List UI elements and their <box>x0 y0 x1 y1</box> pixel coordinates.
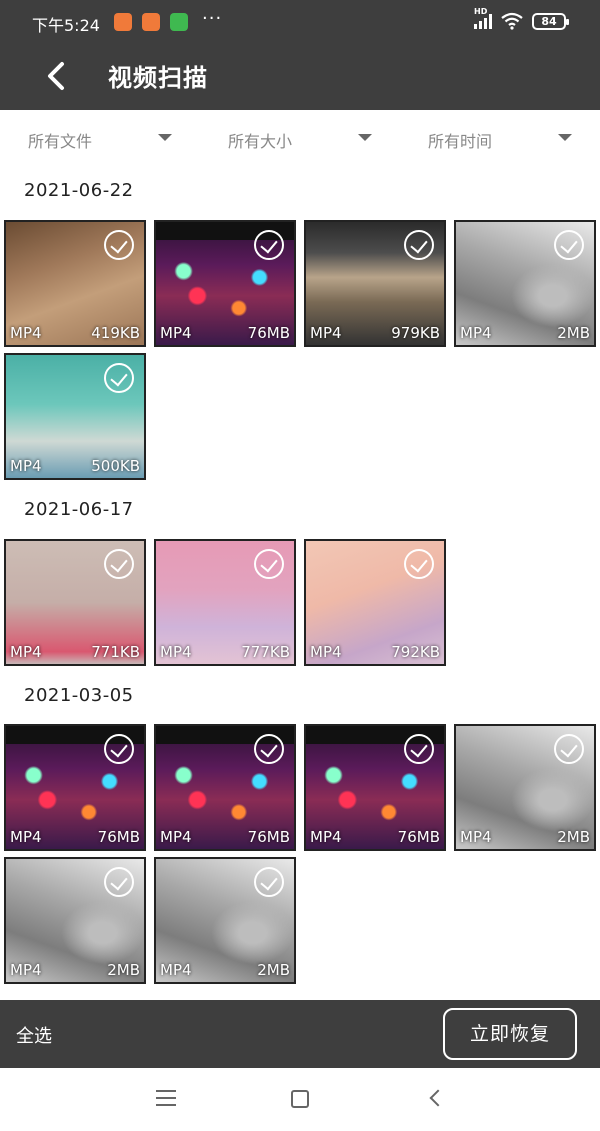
video-thumbnail[interactable]: MP4 500KB <box>4 353 146 480</box>
check-circle-icon[interactable] <box>404 230 434 260</box>
status-time: 下午5:24 <box>32 16 100 35</box>
battery-icon: 84 <box>532 12 569 30</box>
date-header: 2021-06-22 <box>24 180 134 201</box>
bottom-action-bar: 全选 立即恢复 <box>0 1000 600 1068</box>
video-thumbnail[interactable]: MP4 76MB <box>304 724 446 851</box>
video-format: MP4 <box>160 828 192 846</box>
back-chevron-icon[interactable] <box>429 1089 447 1107</box>
check-circle-icon[interactable] <box>104 363 134 393</box>
check-circle-icon[interactable] <box>104 549 134 579</box>
filter-label: 所有时间 <box>428 132 493 151</box>
check-circle-icon[interactable] <box>404 549 434 579</box>
video-format: MP4 <box>160 961 192 979</box>
back-button[interactable] <box>38 56 78 96</box>
check-circle-icon[interactable] <box>254 734 284 764</box>
video-size: 979KB <box>391 324 440 342</box>
video-thumbnail[interactable]: MP4 2MB <box>4 857 146 984</box>
video-format: MP4 <box>10 457 42 475</box>
filter-file-time[interactable]: 所有时间 <box>428 128 572 151</box>
status-indicators: HD 84 <box>474 7 569 30</box>
filter-file-size[interactable]: 所有大小 <box>228 128 372 151</box>
video-format: MP4 <box>310 828 342 846</box>
video-format: MP4 <box>10 643 42 661</box>
video-format: MP4 <box>460 828 492 846</box>
filter-file-type[interactable]: 所有文件 <box>28 128 172 151</box>
check-circle-icon[interactable] <box>104 867 134 897</box>
menu-icon[interactable] <box>156 1090 176 1106</box>
check-circle-icon[interactable] <box>104 230 134 260</box>
video-size: 2MB <box>557 324 590 342</box>
date-header: 2021-03-05 <box>24 685 134 706</box>
chevron-left-icon <box>48 62 64 90</box>
video-format: MP4 <box>460 324 492 342</box>
notification-app-icon-1 <box>114 13 132 31</box>
check-circle-icon[interactable] <box>254 867 284 897</box>
video-size: 76MB <box>397 828 440 846</box>
video-thumbnail[interactable]: MP4 76MB <box>154 220 296 347</box>
video-thumbnail[interactable]: MP4 76MB <box>154 724 296 851</box>
video-thumbnail[interactable]: MP4 2MB <box>454 724 596 851</box>
caret-down-icon <box>558 134 572 141</box>
notification-app-icon-2 <box>142 13 160 31</box>
check-circle-icon[interactable] <box>104 734 134 764</box>
video-thumbnail[interactable]: MP4 76MB <box>4 724 146 851</box>
video-size: 2MB <box>107 961 140 979</box>
signal-icon: HD <box>474 7 492 29</box>
video-size: 500KB <box>91 457 140 475</box>
check-circle-icon[interactable] <box>554 734 584 764</box>
app-bar: 视频扫描 <box>0 44 600 110</box>
video-format: MP4 <box>160 643 192 661</box>
more-notifications-icon: ··· <box>202 8 223 29</box>
select-all-button[interactable]: 全选 <box>16 1022 52 1048</box>
video-size: 777KB <box>241 643 290 661</box>
video-thumbnail[interactable]: MP4 2MB <box>154 857 296 984</box>
video-size: 2MB <box>557 828 590 846</box>
video-thumbnail[interactable]: MP4 419KB <box>4 220 146 347</box>
video-format: MP4 <box>10 324 42 342</box>
video-size: 419KB <box>91 324 140 342</box>
page-title: 视频扫描 <box>108 64 208 92</box>
status-bar: 下午5:24 ··· HD 84 <box>0 0 600 44</box>
video-size: 76MB <box>97 828 140 846</box>
caret-down-icon <box>158 134 172 141</box>
system-nav-bar <box>0 1068 600 1131</box>
caret-down-icon <box>358 134 372 141</box>
video-format: MP4 <box>310 324 342 342</box>
video-format: MP4 <box>160 324 192 342</box>
check-circle-icon[interactable] <box>404 734 434 764</box>
video-thumbnail[interactable]: MP4 792KB <box>304 539 446 666</box>
wifi-icon <box>501 12 523 30</box>
date-header: 2021-06-17 <box>24 499 134 520</box>
video-format: MP4 <box>310 643 342 661</box>
video-size: 792KB <box>391 643 440 661</box>
video-format: MP4 <box>10 828 42 846</box>
recover-now-button[interactable]: 立即恢复 <box>443 1008 577 1060</box>
video-size: 76MB <box>247 828 290 846</box>
video-size: 771KB <box>91 643 140 661</box>
check-circle-icon[interactable] <box>254 230 284 260</box>
network-type-label: HD <box>474 7 488 16</box>
video-format: MP4 <box>10 961 42 979</box>
video-thumbnail[interactable]: MP4 777KB <box>154 539 296 666</box>
video-size: 76MB <box>247 324 290 342</box>
home-square-icon[interactable] <box>291 1090 309 1108</box>
check-circle-icon[interactable] <box>254 549 284 579</box>
video-thumbnail[interactable]: MP4 2MB <box>454 220 596 347</box>
video-thumbnail[interactable]: MP4 979KB <box>304 220 446 347</box>
filter-label: 所有文件 <box>28 132 93 151</box>
video-size: 2MB <box>257 961 290 979</box>
filter-bar: 所有文件 所有大小 所有时间 <box>0 110 600 166</box>
notification-app-icon-3 <box>170 13 188 31</box>
check-circle-icon[interactable] <box>554 230 584 260</box>
video-thumbnail[interactable]: MP4 771KB <box>4 539 146 666</box>
filter-label: 所有大小 <box>228 132 293 151</box>
